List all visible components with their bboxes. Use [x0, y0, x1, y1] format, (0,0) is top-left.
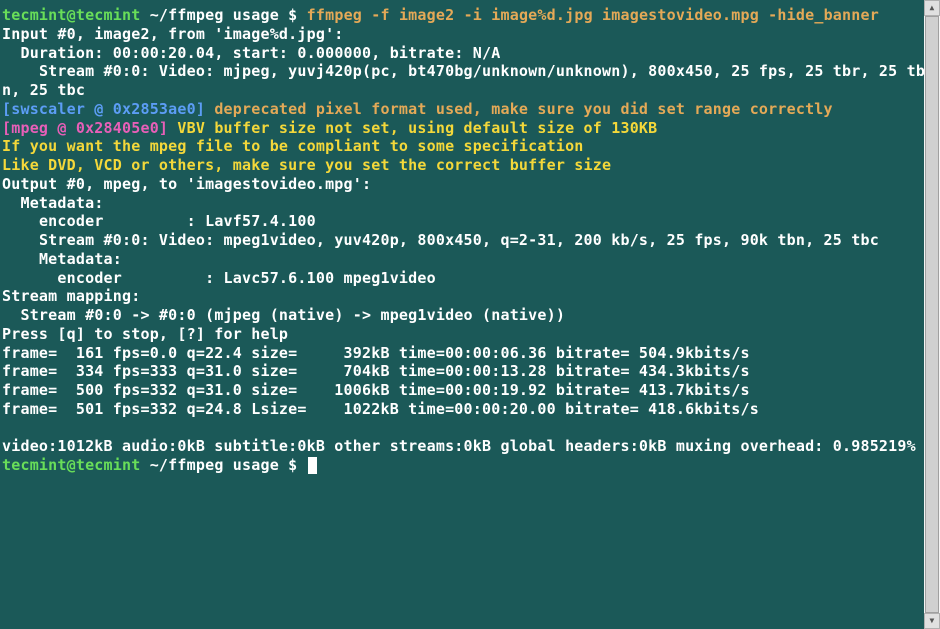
output-line: encoder : Lavc57.6.100 mpeg1video [2, 269, 436, 287]
output-line: Stream #0:0: Video: mjpeg, yuvj420p(pc, … [2, 62, 925, 99]
swscaler-msg: deprecated pixel format used, make sure … [214, 100, 832, 118]
frame-line: frame= 334 fps=333 q=31.0 size= 704kB ti… [2, 362, 750, 380]
prompt-dollar: $ [288, 6, 306, 24]
cursor [308, 457, 317, 474]
output-line: Duration: 00:00:20.04, start: 0.000000, … [2, 44, 500, 62]
command-text: ffmpeg -f image2 -i image%d.jpg imagesto… [307, 6, 879, 24]
frame-line: frame= 501 fps=332 q=24.8 Lsize= 1022kB … [2, 400, 759, 418]
scroll-down-button[interactable]: ▼ [924, 613, 940, 629]
mpeg-msg: VBV buffer size not set, using default s… [177, 119, 657, 137]
scroll-up-button[interactable]: ▲ [924, 0, 940, 16]
prompt-dollar: $ [288, 456, 306, 474]
output-line: Press [q] to stop, [?] for help [2, 325, 288, 343]
terminal-output[interactable]: tecmint@tecmint ~/ffmpeg usage $ ffmpeg … [0, 0, 940, 481]
mpeg-tag: [mpeg @ 0x28405e0] [2, 119, 177, 137]
output-line: Stream #0:0: Video: mpeg1video, yuv420p,… [2, 231, 879, 249]
prompt-user: tecmint@tecmint [2, 456, 140, 474]
scrollbar[interactable]: ▲ ▼ [924, 0, 940, 629]
swscaler-tag: [swscaler @ 0x2853ae0] [2, 100, 214, 118]
output-line: Stream mapping: [2, 287, 140, 305]
output-line: Metadata: [2, 194, 104, 212]
prompt-path: ~/ffmpeg usage [140, 456, 288, 474]
summary-line: video:1012kB audio:0kB subtitle:0kB othe… [2, 437, 916, 455]
output-line: Stream #0:0 -> #0:0 (mjpeg (native) -> m… [2, 306, 565, 324]
chevron-up-icon: ▲ [929, 3, 934, 13]
output-line: Output #0, mpeg, to 'imagestovideo.mpg': [2, 175, 371, 193]
prompt-path: ~/ffmpeg usage [140, 6, 288, 24]
frame-line: frame= 161 fps=0.0 q=22.4 size= 392kB ti… [2, 344, 750, 362]
output-line: Metadata: [2, 250, 122, 268]
frame-line: frame= 500 fps=332 q=31.0 size= 1006kB t… [2, 381, 750, 399]
scrollbar-thumb[interactable] [925, 16, 939, 613]
warn-line: If you want the mpeg file to be complian… [2, 137, 584, 155]
scrollbar-track[interactable] [924, 16, 940, 613]
prompt-user: tecmint@tecmint [2, 6, 140, 24]
warn-line: Like DVD, VCD or others, make sure you s… [2, 156, 611, 174]
chevron-down-icon: ▼ [929, 616, 934, 626]
output-line: Input #0, image2, from 'image%d.jpg': [2, 25, 344, 43]
output-line: encoder : Lavf57.4.100 [2, 212, 316, 230]
